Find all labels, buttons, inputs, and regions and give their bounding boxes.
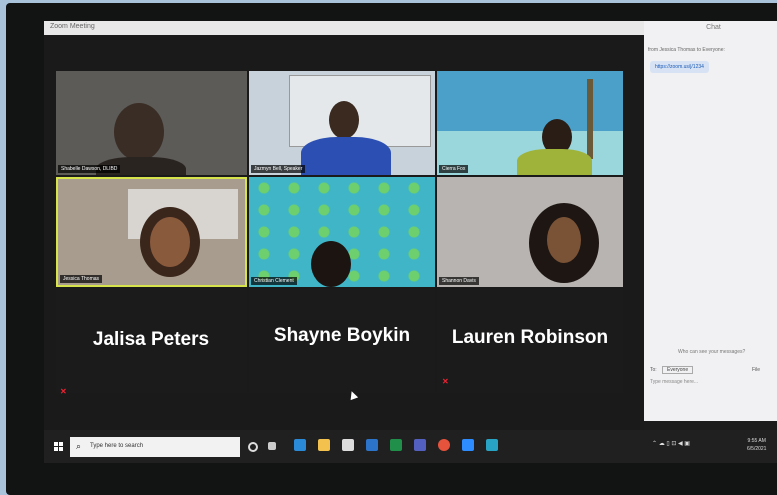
task-view-icon[interactable]: [268, 442, 276, 450]
video-tile[interactable]: Jazmyn Bell, Speaker: [249, 71, 435, 175]
name-only-tile[interactable]: Jalisa Peters: [56, 289, 247, 393]
chat-recipient-select[interactable]: Everyone: [662, 366, 694, 374]
participant-name-label: Jessica Thomas: [60, 275, 103, 283]
monitor-bezel: Zoom Meeting Shabelle Dawson, DLIBD Jazm…: [6, 3, 777, 495]
chat-message-input[interactable]: Type message here...: [650, 379, 698, 385]
store-icon[interactable]: [342, 439, 354, 451]
participant-name-label: Shabelle Dawson, DLIBD: [58, 165, 121, 173]
cortana-icon[interactable]: [248, 442, 258, 452]
windows-taskbar: ⌕ Type here to search ⌃ ☁ ▯ ⊡ ◀ ▣ 9:55 A…: [44, 430, 777, 463]
search-icon: ⌕: [76, 441, 82, 451]
participant-display-name: Lauren Robinson: [451, 327, 609, 348]
name-only-tile[interactable]: Lauren Robinson: [437, 289, 623, 393]
participant-face: [150, 217, 190, 267]
screen: Zoom Meeting Shabelle Dawson, DLIBD Jazm…: [44, 21, 777, 463]
chat-to-label: To:: [650, 367, 657, 373]
clock-time: 9:55 AM: [747, 438, 766, 444]
name-only-tile[interactable]: Shayne Boykin: [249, 289, 435, 393]
participant-head: [311, 241, 351, 287]
video-gallery: Shabelle Dawson, DLIBD Jazmyn Bell, Spea…: [44, 35, 644, 430]
chrome-icon[interactable]: [438, 439, 450, 451]
zoom-icon[interactable]: [462, 439, 474, 451]
participant-body: [301, 137, 391, 175]
participant-name-label: Cierra Fox: [439, 165, 469, 173]
participant-display-name: Shayne Boykin: [273, 325, 411, 346]
window-titlebar[interactable]: Zoom Meeting: [44, 21, 644, 35]
edge-icon[interactable]: [294, 439, 306, 451]
chat-from-line: from Jessica Thomas to Everyone:: [648, 47, 725, 53]
palm-tree: [587, 79, 593, 159]
file-explorer-icon[interactable]: [318, 439, 330, 451]
participant-name-label: Jazmyn Bell, Speaker: [251, 165, 306, 173]
video-tile[interactable]: Christian Clement: [249, 177, 435, 287]
participant-name-label: Christian Clement: [251, 277, 297, 285]
participant-name-label: Shannon Davis: [439, 277, 479, 285]
video-tile[interactable]: Shannon Davis: [437, 177, 623, 287]
chat-header: Chat: [706, 24, 721, 31]
video-tile-active-speaker[interactable]: Jessica Thomas: [56, 177, 247, 287]
chat-file-button[interactable]: File: [752, 367, 760, 373]
teams-icon[interactable]: [414, 439, 426, 451]
system-tray-icons[interactable]: ⌃ ☁ ▯ ⊡ ◀ ▣: [652, 440, 690, 447]
participant-display-name: Jalisa Peters: [92, 329, 210, 350]
window-title: Zoom Meeting: [50, 23, 95, 30]
chat-message-link[interactable]: https://zoom.us/j/1234: [650, 61, 709, 73]
video-tile[interactable]: Cierra Fox: [437, 71, 623, 175]
windows-start-icon[interactable]: [54, 442, 63, 451]
participant-head: [114, 103, 164, 161]
participant-head: [329, 101, 359, 139]
mail-icon[interactable]: [366, 439, 378, 451]
video-tile[interactable]: Shabelle Dawson, DLIBD: [56, 71, 247, 175]
excel-icon[interactable]: [390, 439, 402, 451]
muted-mic-icon: ✕: [442, 377, 449, 386]
chat-visibility-note[interactable]: Who can see your messages?: [678, 349, 745, 355]
taskbar-search-box[interactable]: ⌕ Type here to search: [70, 437, 240, 457]
generic-app-icon[interactable]: [486, 439, 498, 451]
chat-panel: Chat from Jessica Thomas to Everyone: ht…: [644, 21, 777, 421]
clock-date: 6/5/2021: [747, 446, 767, 452]
muted-mic-icon: ✕: [60, 387, 67, 396]
taskbar-clock[interactable]: 9:55 AM 6/5/2021: [747, 437, 766, 453]
taskbar-search-placeholder: Type here to search: [90, 443, 144, 449]
participant-body: [517, 149, 592, 175]
participant-face: [547, 217, 581, 263]
